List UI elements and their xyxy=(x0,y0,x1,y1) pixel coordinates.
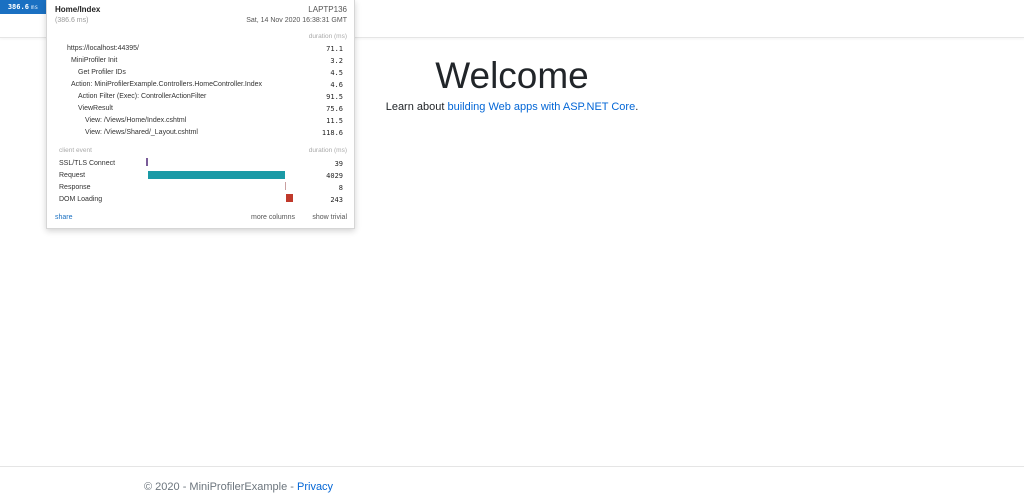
timing-value: 91.5 xyxy=(326,93,343,101)
timing-label[interactable]: Action: MiniProfilerExample.Controllers.… xyxy=(71,81,262,88)
client-event-label: SSL/TLS Connect xyxy=(59,160,116,167)
timing-value: 71.1 xyxy=(326,45,343,53)
profiler-duration: (386.6 ms) xyxy=(55,17,89,24)
show-trivial-link[interactable]: show trivial xyxy=(312,214,347,221)
client-event-label: Response xyxy=(59,184,91,191)
client-event-label: Request xyxy=(59,172,86,179)
timing-value: 3.2 xyxy=(330,57,343,65)
client-event-value: 243 xyxy=(330,196,343,204)
badge-value: 386.6 xyxy=(7,3,29,11)
learn-prefix: Learn about xyxy=(385,101,448,113)
timing-label[interactable]: Get Profiler IDs xyxy=(78,69,126,76)
timing-label[interactable]: MiniProfiler Init xyxy=(71,57,117,64)
client-event-bar xyxy=(148,171,285,179)
timing-label[interactable]: ViewResult xyxy=(78,105,113,112)
profiler-title: Home/Index xyxy=(55,5,101,14)
miniprofiler-badge[interactable]: 386.6 ms xyxy=(0,0,46,14)
more-columns-link[interactable]: more columns xyxy=(251,214,295,221)
client-event-bar xyxy=(146,158,148,166)
client-duration-header: duration (ms) xyxy=(308,147,347,154)
timing-value: 118.6 xyxy=(321,129,343,137)
client-event-label: DOM Loading xyxy=(59,196,103,203)
client-event-bar xyxy=(285,182,286,190)
learn-suffix: . xyxy=(635,101,639,113)
profiler-date: Sat, 14 Nov 2020 16:38:31 GMT xyxy=(246,17,347,24)
timing-value: 75.6 xyxy=(326,105,343,113)
footer: © 2020 - MiniProfilerExample - Privacy xyxy=(0,466,1024,503)
timings-header: duration (ms) xyxy=(308,33,347,40)
learn-link[interactable]: building Web apps with ASP.NET Core xyxy=(447,101,635,113)
client-event-header: client event xyxy=(59,147,92,154)
timing-value: 4.6 xyxy=(330,81,343,89)
profiler-machine: LAPTP136 xyxy=(308,5,347,14)
timing-label[interactable]: View: /Views/Home/Index.cshtml xyxy=(85,117,186,124)
footer-copyright: © 2020 - MiniProfilerExample - xyxy=(144,481,297,493)
client-event-bar xyxy=(286,194,293,202)
client-event-value: 8 xyxy=(338,184,343,192)
footer-text: © 2020 - MiniProfilerExample - Privacy xyxy=(144,481,333,493)
badge-unit: ms xyxy=(30,4,39,11)
client-event-value: 39 xyxy=(334,160,343,168)
timing-label[interactable]: View: /Views/Shared/_Layout.cshtml xyxy=(85,129,198,136)
client-event-value: 4029 xyxy=(326,172,343,180)
miniprofiler-popup: Home/Index LAPTP136 (386.6 ms) Sat, 14 N… xyxy=(46,0,355,229)
timing-label[interactable]: Action Filter (Exec): ControllerActionFi… xyxy=(78,93,206,100)
timing-value: 4.5 xyxy=(330,69,343,77)
timing-value: 11.5 xyxy=(326,117,343,125)
privacy-link[interactable]: Privacy xyxy=(297,481,333,493)
timing-label[interactable]: https://localhost:44395/ xyxy=(67,45,139,52)
share-link[interactable]: share xyxy=(55,214,73,221)
